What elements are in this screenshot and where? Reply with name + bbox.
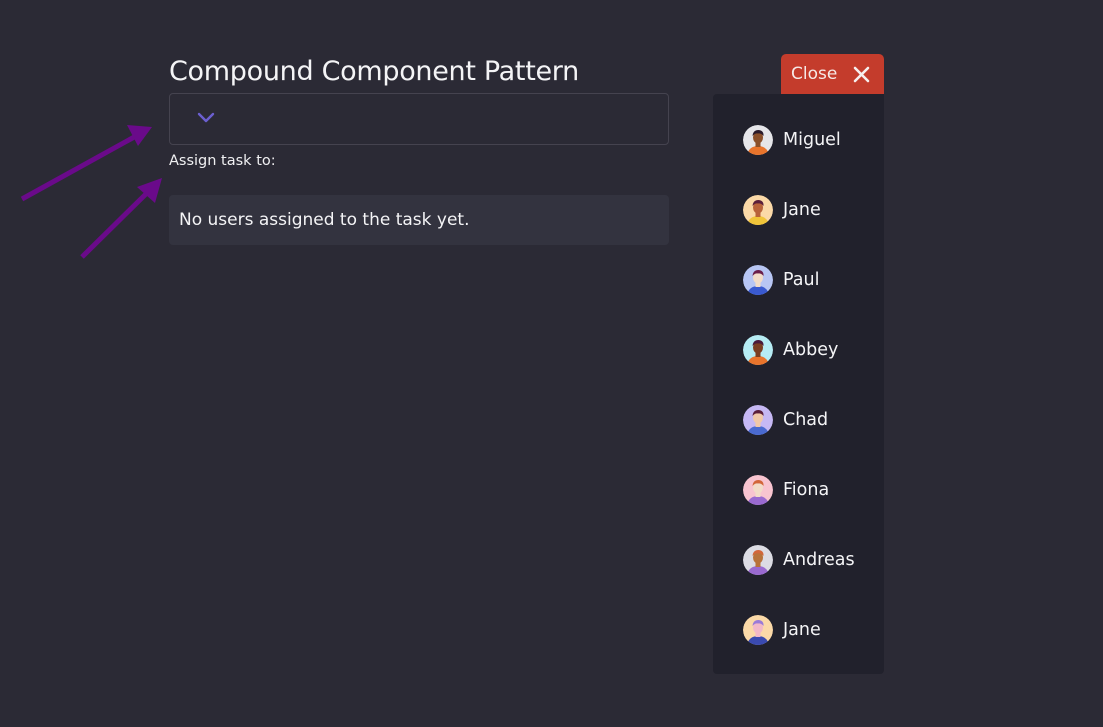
- user-list-item[interactable]: Chad: [713, 395, 884, 445]
- close-button[interactable]: Close: [781, 54, 884, 94]
- assign-task-label: Assign task to:: [169, 153, 276, 169]
- user-list-panel: Miguel Jane Paul Abbey Chad Fiona Andreas Jane: [713, 94, 884, 674]
- user-name: Fiona: [783, 480, 830, 500]
- user-list-item[interactable]: Miguel: [713, 115, 884, 165]
- user-list-item[interactable]: Jane: [713, 605, 884, 655]
- close-button-label: Close: [791, 64, 838, 84]
- avatar: [743, 265, 773, 295]
- user-list-item[interactable]: Jane: [713, 185, 884, 235]
- avatar: [743, 335, 773, 365]
- annotation-arrow-1: [20, 125, 152, 202]
- user-name: Andreas: [783, 550, 855, 570]
- user-name: Chad: [783, 410, 829, 430]
- avatar: [743, 405, 773, 435]
- avatar: [743, 545, 773, 575]
- empty-assignment-message: No users assigned to the task yet.: [179, 210, 470, 230]
- user-name: Paul: [783, 270, 820, 290]
- avatar: [743, 125, 773, 155]
- assigned-users-box: No users assigned to the task yet.: [169, 195, 669, 245]
- avatar: [743, 475, 773, 505]
- annotation-arrow-2: [80, 178, 162, 259]
- page-title: Compound Component Pattern: [169, 56, 579, 87]
- avatar: [743, 615, 773, 645]
- close-icon: [853, 66, 870, 83]
- user-list-item[interactable]: Fiona: [713, 465, 884, 515]
- user-name: Abbey: [783, 340, 839, 360]
- user-select-dropdown[interactable]: [169, 93, 669, 145]
- user-name: Jane: [783, 200, 821, 220]
- user-list-item[interactable]: Paul: [713, 255, 884, 305]
- user-name: Jane: [783, 620, 821, 640]
- user-list-item[interactable]: Abbey: [713, 325, 884, 375]
- chevron-down-icon: [197, 112, 215, 123]
- avatar: [743, 195, 773, 225]
- user-list-item[interactable]: Andreas: [713, 535, 884, 585]
- user-name: Miguel: [783, 130, 841, 150]
